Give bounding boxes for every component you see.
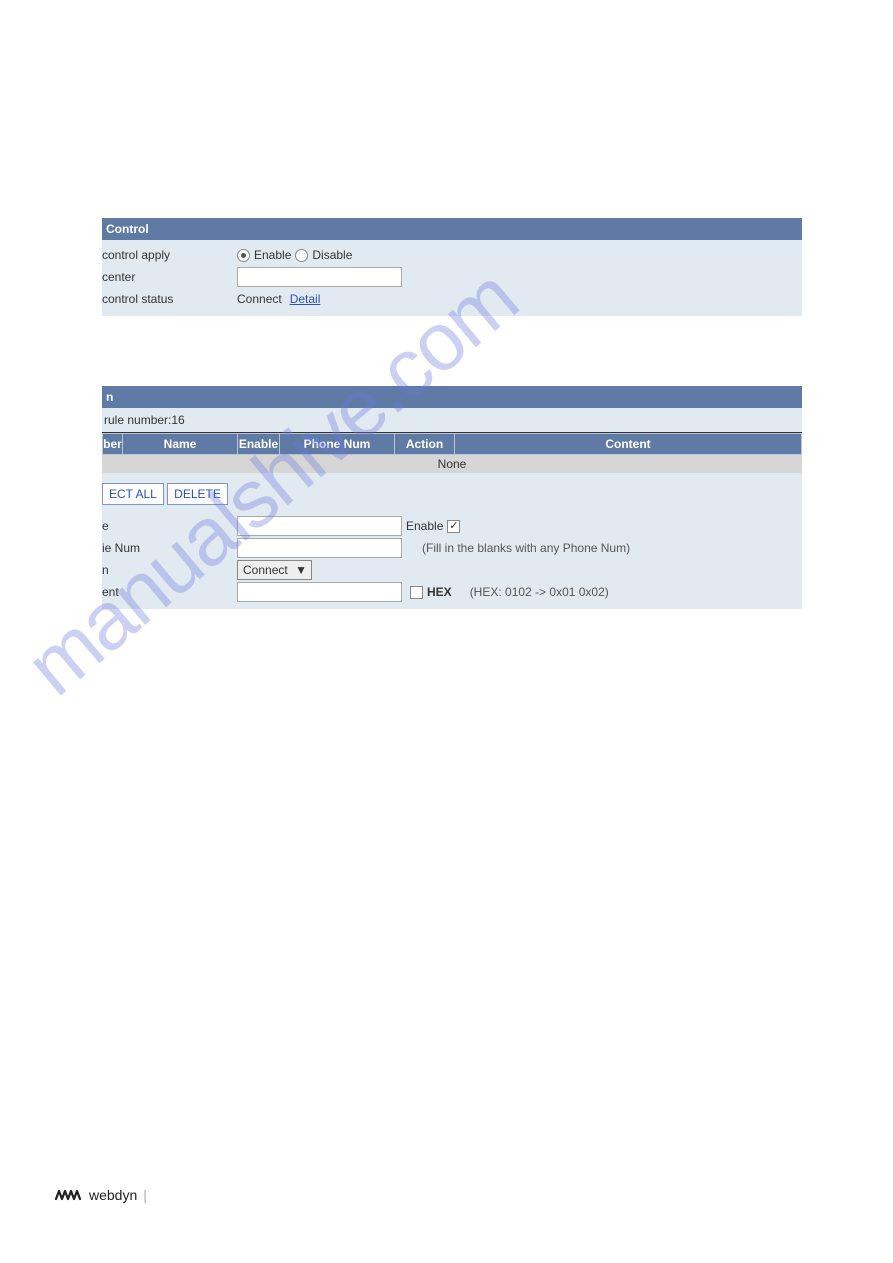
col-number: ber xyxy=(103,434,123,455)
hex-label: HEX xyxy=(427,585,452,599)
enable-radio[interactable] xyxy=(237,249,250,262)
footer-logo: webdyn | xyxy=(55,1187,147,1203)
footer-divider: | xyxy=(143,1187,147,1203)
form-enable-checkbox[interactable] xyxy=(447,520,460,533)
rule-form: e Enable ie Num (Fill in the blanks with… xyxy=(102,515,802,609)
status-label: control status xyxy=(102,292,237,306)
control-panel: Control control apply Enable Disable cen… xyxy=(102,218,802,316)
hex-checkbox[interactable] xyxy=(410,586,423,599)
form-phone-input[interactable] xyxy=(237,538,402,558)
form-name-input[interactable] xyxy=(237,516,402,536)
rule-count-row: rule number:16 xyxy=(102,408,802,433)
status-value: Connect xyxy=(237,292,282,306)
table-empty-row: None xyxy=(102,455,802,473)
watermark-text: manualshive.com xyxy=(9,244,831,1056)
detail-link[interactable]: Detail xyxy=(290,292,321,306)
delete-button[interactable]: DELETE xyxy=(167,483,228,505)
col-name: Name xyxy=(123,434,238,455)
logo-icon xyxy=(55,1188,83,1202)
disable-radio[interactable] xyxy=(295,249,308,262)
hex-hint: (HEX: 0102 -> 0x01 0x02) xyxy=(470,585,609,599)
form-enable-label: Enable xyxy=(406,519,443,533)
col-action: Action xyxy=(395,434,455,455)
select-all-button[interactable]: ECT ALL xyxy=(102,483,164,505)
button-bar: ECT ALL DELETE xyxy=(102,473,802,515)
form-phone-hint: (Fill in the blanks with any Phone Num) xyxy=(422,541,630,555)
rules-panel-header: n xyxy=(102,386,802,408)
rules-table: ber Name Enable Phone Num Action Content xyxy=(102,433,802,455)
control-panel-body: control apply Enable Disable center cont… xyxy=(102,240,802,316)
disable-radio-label: Disable xyxy=(312,248,352,262)
form-action-value: Connect xyxy=(243,563,288,577)
col-enable: Enable xyxy=(238,434,280,455)
form-content-label: ent xyxy=(102,585,237,599)
form-content-input[interactable] xyxy=(237,582,402,602)
center-label: center xyxy=(102,270,237,284)
control-panel-header: Control xyxy=(102,218,802,240)
form-action-label: n xyxy=(102,563,237,577)
form-phone-label: ie Num xyxy=(102,541,237,555)
form-action-select[interactable]: Connect ▼ xyxy=(237,560,312,580)
chevron-down-icon: ▼ xyxy=(295,563,307,577)
rules-panel: n rule number:16 ber Name Enable Phone N… xyxy=(102,386,802,609)
col-content: Content xyxy=(455,434,802,455)
form-name-label: e xyxy=(102,519,237,533)
enable-radio-label: Enable xyxy=(254,248,291,262)
logo-brand: webdyn xyxy=(89,1187,137,1203)
center-input[interactable] xyxy=(237,267,402,287)
control-apply-label: control apply xyxy=(102,248,237,262)
col-phone: Phone Num xyxy=(280,434,395,455)
